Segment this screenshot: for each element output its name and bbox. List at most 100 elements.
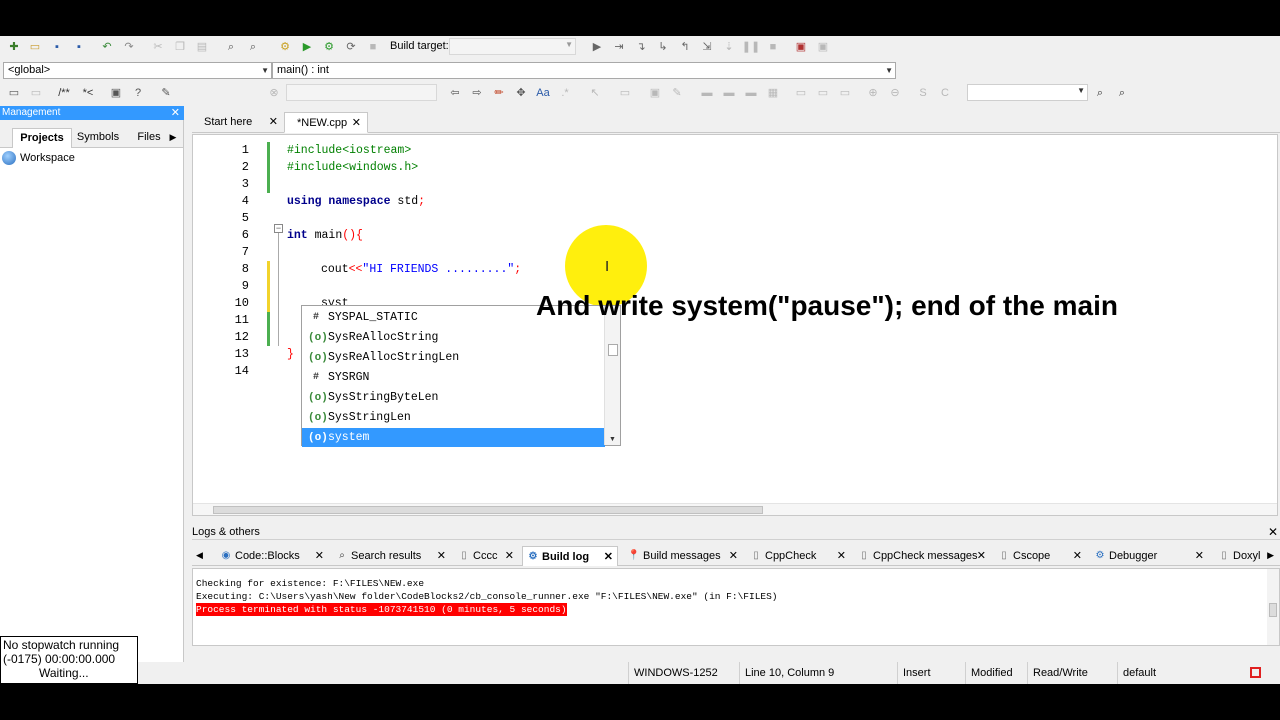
autocomplete-scrollbar[interactable]: ▼ <box>604 306 620 445</box>
stop-debugger-icon[interactable]: ■ <box>765 39 781 55</box>
build-icon[interactable]: ⚙ <box>277 39 293 55</box>
close-icon[interactable]: ✕ <box>437 547 446 565</box>
scrollbar-thumb[interactable] <box>1269 603 1277 617</box>
step-out-icon[interactable]: ↰ <box>677 39 693 55</box>
close-icon[interactable]: ✕ <box>837 547 846 565</box>
log-tab[interactable]: ▯ CppCheck ✕ <box>746 546 850 566</box>
autocomplete-item[interactable]: (o) SysReAllocString <box>302 328 605 347</box>
autocomplete-item[interactable]: (o) SysStringLen <box>302 408 605 427</box>
edit-tool-icon[interactable]: ✎ <box>669 85 685 101</box>
uncomment-icon[interactable]: *< <box>80 85 96 101</box>
tab-symbols[interactable]: Symbols <box>74 128 122 148</box>
find-icon[interactable]: ⌕ <box>223 39 239 55</box>
log-tab[interactable]: ▯ Cscope ✕ <box>994 546 1086 566</box>
close-icon[interactable]: ✕ <box>171 106 180 120</box>
copy-icon[interactable]: ❐ <box>172 39 188 55</box>
autocomplete-item[interactable]: (o) system <box>302 428 605 447</box>
tree-item-workspace[interactable]: Workspace <box>2 151 75 165</box>
fold-toggle-icon[interactable]: − <box>274 224 283 233</box>
jump-back-icon[interactable]: ⇦ <box>447 85 463 101</box>
s-icon[interactable]: S <box>915 85 931 101</box>
chevron-down-icon[interactable]: ▼ <box>609 436 616 443</box>
zoom-in-icon[interactable]: ⊕ <box>865 85 881 101</box>
pointer-icon[interactable]: ↖ <box>587 85 603 101</box>
autocomplete-item[interactable]: # SYSRGN <box>302 368 605 387</box>
close-icon[interactable]: ✕ <box>505 547 514 565</box>
save-all-icon[interactable]: ▪ <box>71 39 87 55</box>
scrollbar-thumb[interactable] <box>608 344 618 356</box>
clear-search-icon[interactable]: ⊗ <box>266 85 282 101</box>
tab-files[interactable]: Files <box>136 128 162 148</box>
paste-icon[interactable]: ▤ <box>194 39 210 55</box>
next-bookmark-icon[interactable]: ▭ <box>28 85 44 101</box>
cut-icon[interactable]: ✂ <box>150 39 166 55</box>
close-icon[interactable]: ✕ <box>315 547 324 565</box>
log-tab[interactable]: ▯ Doxyl <box>1214 546 1274 566</box>
log-tab[interactable]: ⌕ Search results ✕ <box>332 546 450 566</box>
close-icon[interactable]: ✕ <box>729 547 738 565</box>
log-tab[interactable]: ⚙ Debugger ✕ <box>1090 546 1208 566</box>
grid-icon[interactable]: ▦ <box>765 85 781 101</box>
stop-icon[interactable] <box>1250 667 1261 678</box>
image-tool-icon[interactable]: ▣ <box>647 85 663 101</box>
next-line-icon[interactable]: ↴ <box>633 39 649 55</box>
match-case-icon[interactable]: Aa <box>535 85 551 101</box>
log-tab[interactable]: 📍 Build messages ✕ <box>624 546 742 566</box>
build-log-output[interactable]: Checking for existence: F:\FILES\NEW.exe… <box>192 568 1280 646</box>
search-icon[interactable]: ⌕ <box>1114 85 1130 101</box>
align-right-icon[interactable]: ▬ <box>743 85 759 101</box>
selected-text-icon[interactable]: ✥ <box>513 85 529 101</box>
vertical-scrollbar[interactable] <box>1267 569 1279 645</box>
build-target-select[interactable]: ▼ <box>449 38 576 55</box>
jump-forward-icon[interactable]: ⇨ <box>469 85 485 101</box>
close-icon[interactable]: ✕ <box>1195 547 1204 565</box>
debug-windows-icon[interactable]: ▣ <box>793 39 809 55</box>
function-select[interactable]: main() : int ▼ <box>272 62 896 79</box>
tab-scroll-left-icon[interactable]: ◀ <box>196 546 203 564</box>
box2-icon[interactable]: ▭ <box>815 85 831 101</box>
rect-tool-icon[interactable]: ▭ <box>617 85 633 101</box>
close-icon[interactable]: ✕ <box>352 113 361 133</box>
undo-icon[interactable]: ↶ <box>99 39 115 55</box>
step-into-icon[interactable]: ↳ <box>655 39 671 55</box>
autocomplete-popup[interactable]: # SYSPAL_STATIC (o) SysReAllocString (o) SysR… <box>301 305 621 447</box>
find-input[interactable]: ▼ <box>967 84 1088 101</box>
tab-start-here[interactable]: Start here ✕ <box>192 112 284 133</box>
comment-icon[interactable]: /** <box>56 85 72 101</box>
box1-icon[interactable]: ▭ <box>793 85 809 101</box>
log-tab[interactable]: ▯ CppCheck messages ✕ <box>854 546 990 566</box>
tab-scroll-right-icon[interactable]: ▶ <box>168 128 178 148</box>
save-icon[interactable]: ▪ <box>49 39 65 55</box>
log-tab[interactable]: ◉ Code::Blocks ✕ <box>216 546 328 566</box>
log-tab[interactable]: ▯ Cccc ✕ <box>454 546 518 566</box>
tab-new-cpp[interactable]: *NEW.cpp ✕ <box>284 112 368 133</box>
toggle-bookmark-icon[interactable]: ▭ <box>6 85 22 101</box>
run-icon[interactable]: ▶ <box>299 39 315 55</box>
box3-icon[interactable]: ▭ <box>837 85 853 101</box>
c-icon[interactable]: C <box>937 85 953 101</box>
pause-icon[interactable]: ❚❚ <box>742 39 760 55</box>
debug-info-icon[interactable]: ▣ <box>815 39 831 55</box>
scrollbar-thumb[interactable] <box>213 506 763 514</box>
highlight-icon[interactable]: ✏ <box>491 85 507 101</box>
find-next-icon[interactable]: ⌕ <box>1092 85 1108 101</box>
new-file-icon[interactable]: ✚ <box>6 39 22 55</box>
redo-icon[interactable]: ↷ <box>121 39 137 55</box>
rebuild-icon[interactable]: ⟳ <box>343 39 359 55</box>
log-tab[interactable]: ⚙ Build log ✕ <box>522 546 618 566</box>
management-titlebar[interactable]: Management ✕ <box>0 106 184 120</box>
open-file-icon[interactable]: ▭ <box>27 39 43 55</box>
tools-icon[interactable]: ✎ <box>158 85 174 101</box>
regex-icon[interactable]: .* <box>557 85 573 101</box>
zoom-out-icon[interactable]: ⊖ <box>887 85 903 101</box>
doxywizard-icon[interactable]: ▣ <box>108 85 124 101</box>
align-center-icon[interactable]: ▬ <box>721 85 737 101</box>
run-to-cursor-icon[interactable]: ⇥ <box>611 39 627 55</box>
horizontal-scrollbar[interactable] <box>193 503 1277 515</box>
help-icon[interactable]: ? <box>130 85 146 101</box>
abort-icon[interactable]: ■ <box>365 39 381 55</box>
align-left-icon[interactable]: ▬ <box>699 85 715 101</box>
next-instruction-icon[interactable]: ⇲ <box>699 39 715 55</box>
close-icon[interactable]: ✕ <box>604 548 613 566</box>
scope-select[interactable]: <global> ▼ <box>3 62 272 79</box>
